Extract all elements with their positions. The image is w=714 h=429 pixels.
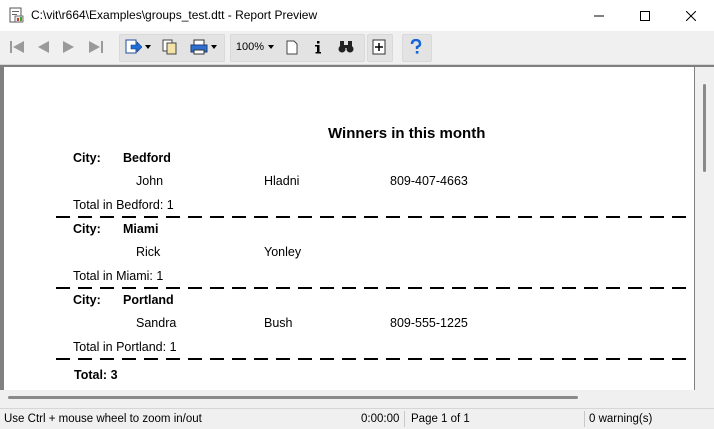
status-warnings: 0 warning(s): [589, 413, 653, 425]
next-page-icon: [63, 41, 74, 53]
status-divider: [404, 411, 405, 427]
info-icon: [315, 41, 321, 54]
status-divider: [584, 411, 585, 427]
app-icon: [9, 7, 24, 23]
find-button[interactable]: [334, 35, 358, 59]
print-button[interactable]: [185, 35, 221, 59]
minimize-button[interactable]: [576, 0, 622, 31]
page-icon: [286, 40, 298, 54]
city-label: City:: [73, 151, 101, 165]
grand-total: Total: 3: [74, 368, 118, 382]
first-name-cell: John: [136, 174, 164, 188]
status-bar: Use Ctrl + mouse wheel to zoom in/out 0:…: [0, 408, 714, 429]
report-title: Winners in this month: [328, 125, 486, 142]
prev-page-button[interactable]: [32, 35, 54, 59]
print-icon: [190, 39, 207, 55]
status-time: 0:00:00: [361, 413, 400, 425]
page-setup-button[interactable]: [368, 35, 390, 59]
close-icon: [686, 10, 696, 21]
report-page[interactable]: Winners in this month City: Bedford John…: [4, 67, 694, 390]
group-separator: [56, 287, 692, 289]
help-icon: [410, 39, 422, 54]
group-total: Total in Miami: 1: [73, 269, 164, 283]
export-dropdown-icon: [144, 45, 151, 49]
info-button[interactable]: [307, 35, 329, 59]
last-page-icon: [89, 41, 103, 53]
zoom-dropdown-icon: [268, 45, 275, 49]
title-bar: C:\vit\r664\Examples\groups_test.dtt - R…: [0, 0, 714, 31]
toolbar: 100%: [0, 31, 714, 65]
group-city: Portland: [123, 293, 174, 307]
first-page-icon: [10, 41, 24, 53]
help-button[interactable]: [405, 35, 427, 59]
find-icon: [338, 41, 354, 53]
window-title: C:\vit\r664\Examples\groups_test.dtt - R…: [31, 8, 318, 22]
export-button[interactable]: [121, 35, 153, 59]
phone-cell: 809-407-4663: [390, 174, 468, 188]
group-total: Total in Portland: 1: [73, 340, 177, 354]
maximize-icon: [640, 10, 650, 21]
zoom-value: 100%: [235, 41, 265, 53]
first-name-cell: Rick: [136, 245, 161, 259]
group-separator: [56, 216, 692, 218]
vertical-scroll-thumb[interactable]: [703, 84, 706, 172]
copy-button[interactable]: [158, 35, 182, 59]
copy-icon: [162, 39, 177, 55]
print-dropdown-icon: [210, 45, 217, 49]
group-city: Miami: [123, 222, 159, 236]
status-page: Page 1 of 1: [411, 413, 470, 425]
group-total: Total in Bedford: 1: [73, 198, 174, 212]
last-name-cell: Bush: [264, 316, 293, 330]
maximize-button[interactable]: [622, 0, 668, 31]
last-name-cell: Yonley: [264, 245, 302, 259]
minimize-icon: [594, 15, 604, 16]
last-page-button[interactable]: [84, 35, 108, 59]
status-hint: Use Ctrl + mouse wheel to zoom in/out: [4, 413, 202, 425]
first-name-cell: Sandra: [136, 316, 177, 330]
city-label: City:: [73, 293, 101, 307]
close-button[interactable]: [668, 0, 714, 31]
zoom-select[interactable]: 100%: [233, 35, 277, 59]
prev-page-icon: [38, 41, 49, 53]
export-icon: [125, 39, 142, 54]
page-setup-icon: [372, 39, 386, 55]
group-separator: [56, 358, 692, 360]
next-page-button[interactable]: [58, 35, 80, 59]
city-label: City:: [73, 222, 101, 236]
last-name-cell: Hladni: [264, 174, 300, 188]
first-page-button[interactable]: [6, 35, 28, 59]
group-city: Bedford: [123, 151, 171, 165]
horizontal-scroll-thumb[interactable]: [8, 396, 578, 399]
page-button[interactable]: [281, 35, 303, 59]
phone-cell: 809-555-1225: [390, 316, 468, 330]
